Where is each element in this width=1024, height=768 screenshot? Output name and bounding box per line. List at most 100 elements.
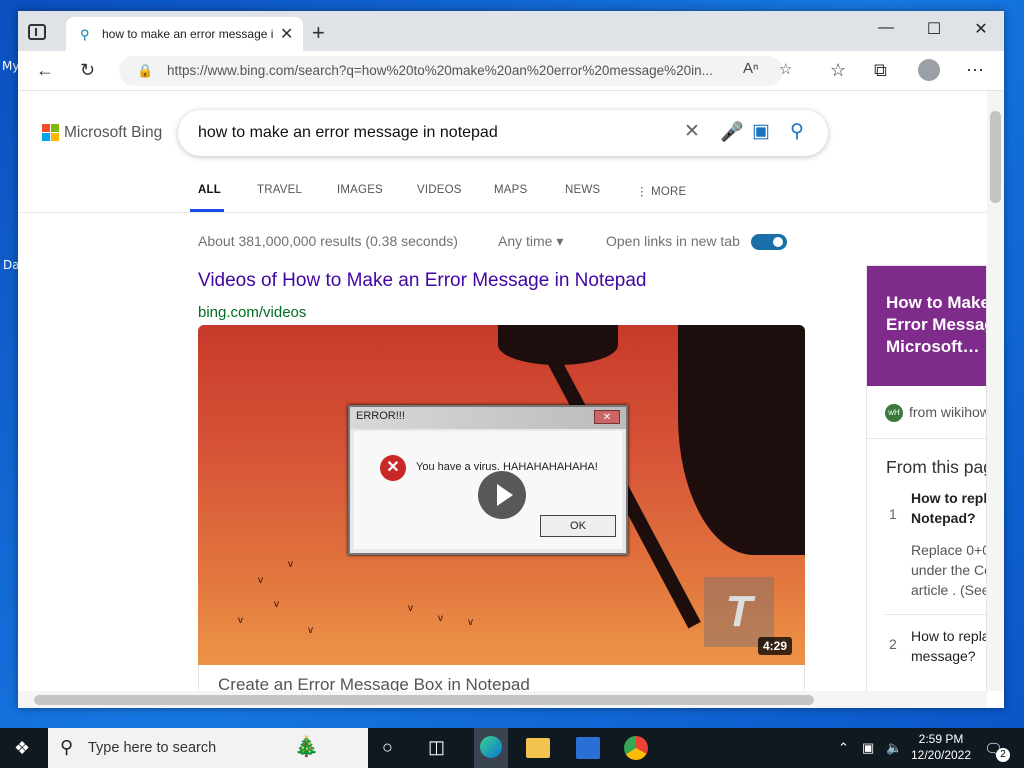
search-box[interactable]: how to make an error message in notepad … (178, 110, 828, 156)
network-icon[interactable]: ▣ (862, 740, 874, 756)
profile-avatar-icon[interactable] (918, 59, 940, 81)
tab-images[interactable]: IMAGES (337, 184, 383, 196)
address-bar[interactable]: 🔒 https://www.bing.com/search?q=how%20to… (119, 56, 792, 86)
side-question-link[interactable]: How to replace (911, 626, 986, 646)
clock[interactable]: 2:59 PM 12/20/2022 (906, 731, 976, 763)
tab-maps[interactable]: MAPS (494, 184, 527, 196)
date-text: 12/20/2022 (910, 748, 972, 762)
bird: v (468, 617, 473, 628)
side-question-link[interactable]: Notepad? (911, 508, 986, 528)
palm-leaves (498, 325, 618, 365)
url-text[interactable]: https://www.bing.com/search?q=how%20to%2… (167, 63, 727, 78)
more-menu-icon[interactable]: ⋯ (966, 60, 984, 81)
read-aloud-icon[interactable]: Aⁿ (743, 60, 758, 77)
tab-more[interactable]: ⋮ MORE (636, 184, 686, 198)
search-icon[interactable]: ⚲ (790, 120, 804, 143)
lock-icon[interactable]: 🔒 (137, 63, 153, 79)
search-input[interactable]: how to make an error message in notepad (198, 124, 498, 142)
video-caption-text[interactable]: Create an Error Message Box in Notepad (218, 675, 530, 691)
video-caption[interactable]: Create an Error Message Box in Notepad (198, 665, 805, 691)
notification-count-badge: 2 (996, 748, 1010, 762)
back-icon[interactable]: ← (36, 60, 54, 81)
new-tab-icon[interactable]: + (312, 20, 325, 46)
side-answer-text: article . (See (911, 582, 987, 598)
time-filter-dropdown[interactable]: Any time ▾ (498, 233, 563, 250)
result-url[interactable]: bing.com/videos (198, 304, 306, 321)
palm-leaves (678, 325, 805, 555)
collections-icon[interactable]: ⧉ (874, 60, 887, 81)
bird: v (274, 599, 279, 610)
bird: v (258, 575, 263, 586)
error-dialog-title: ERROR!!! (350, 407, 626, 429)
time-text: 2:59 PM (918, 732, 964, 746)
add-favorite-icon[interactable]: ☆ (779, 60, 792, 78)
error-ok-button: OK (540, 515, 616, 537)
close-window-icon[interactable]: ✕ (961, 19, 1001, 39)
results-count: About 381,000,000 results (0.38 seconds) (198, 233, 458, 249)
error-close-icon: ✕ (594, 410, 620, 424)
side-panel-source[interactable]: wH from wikihow (885, 404, 986, 423)
task-view-icon[interactable]: ◫ (428, 737, 456, 765)
bing-results-page: Microsoft Bing how to make an error mess… (18, 91, 987, 691)
bird: v (308, 625, 313, 636)
file-explorer-icon[interactable] (526, 738, 550, 758)
play-icon[interactable] (478, 471, 526, 519)
tab-news[interactable]: NEWS (565, 184, 600, 196)
tab-all[interactable]: ALL (198, 184, 221, 196)
side-question-link[interactable]: How to replace (911, 488, 986, 508)
side-answer-text: under the Co (911, 562, 987, 578)
holiday-decoration-icon: 🎄 (294, 736, 319, 758)
divider (867, 438, 986, 439)
refresh-icon[interactable]: ↻ (80, 60, 95, 81)
favorites-icon[interactable]: ☆ (830, 60, 846, 81)
visual-search-icon[interactable]: ▣ (752, 120, 770, 143)
taskbar: ❖ ⚲ Type here to search 🎄 ○ ◫ ⌃ ▣ 🔈 2:59… (0, 728, 1024, 768)
side-answer-text: Replace 0+0 (911, 542, 987, 558)
windows-start-icon[interactable]: ❖ (14, 738, 30, 759)
tab-close-icon[interactable]: ✕ (280, 24, 293, 44)
browser-tab-active[interactable]: ⚲ how to make an error message in notepa… (66, 17, 303, 51)
desktop-icon-label[interactable]: My (2, 59, 19, 73)
browser-toolbar: ← ↻ 🔒 https://www.bing.com/search?q=how%… (18, 51, 1004, 91)
bird: v (238, 615, 243, 626)
open-links-label: Open links in new tab (606, 233, 740, 249)
bing-logo-text[interactable]: Microsoft Bing (64, 124, 162, 142)
tab-title: how to make an error message in notepad … (102, 27, 274, 41)
chrome-icon[interactable] (624, 736, 648, 760)
result-title-link[interactable]: Videos of How to Make an Error Message i… (198, 270, 647, 292)
chevron-up-icon[interactable]: ⌃ (838, 740, 849, 756)
horizontal-scrollbar[interactable] (18, 691, 987, 708)
vertical-scrollbar[interactable] (987, 91, 1004, 691)
volume-icon[interactable]: 🔈 (886, 740, 902, 756)
tab-actions-icon[interactable] (28, 24, 46, 40)
maximize-icon[interactable]: ☐ (914, 19, 954, 39)
cortana-icon[interactable]: ○ (382, 737, 410, 765)
side-panel-title[interactable]: How to Make an Error Message in Microsof… (886, 292, 986, 358)
list-number: 2 (889, 636, 897, 652)
wikihow-icon: wH (885, 404, 903, 423)
taskbar-search-input[interactable]: Type here to search (88, 740, 216, 756)
video-duration: 4:29 (758, 637, 793, 655)
minimize-icon[interactable]: — (866, 19, 906, 37)
clear-search-icon[interactable]: ✕ (684, 120, 700, 143)
video-thumbnail[interactable]: v v v v v v v v ERROR!!! ✕ ✕ You have a … (198, 325, 805, 665)
tab-travel[interactable]: TRAVEL (257, 184, 302, 196)
store-icon[interactable] (576, 737, 600, 759)
tab-bar: ⚲ how to make an error message in notepa… (18, 11, 1004, 51)
microphone-icon[interactable]: 🎤 (720, 120, 744, 144)
list-number: 1 (889, 506, 897, 522)
bird: v (288, 559, 293, 570)
bird: v (408, 603, 413, 614)
search-favicon-icon: ⚲ (80, 27, 90, 42)
side-panel-header[interactable]: How to Make an Error Message in Microsof… (867, 266, 986, 386)
tab-videos[interactable]: VIDEOS (417, 184, 462, 196)
nav-divider (18, 212, 987, 213)
taskbar-search[interactable]: ⚲ Type here to search 🎄 (48, 728, 368, 768)
side-panel: How to Make an Error Message in Microsof… (866, 265, 987, 691)
browser-window: ⚲ how to make an error message in notepa… (18, 11, 1004, 708)
open-links-toggle[interactable] (751, 234, 787, 250)
side-question-link[interactable]: message? (911, 646, 986, 666)
bird: v (438, 613, 443, 624)
edge-app-icon[interactable] (474, 728, 508, 768)
error-icon: ✕ (380, 455, 406, 481)
